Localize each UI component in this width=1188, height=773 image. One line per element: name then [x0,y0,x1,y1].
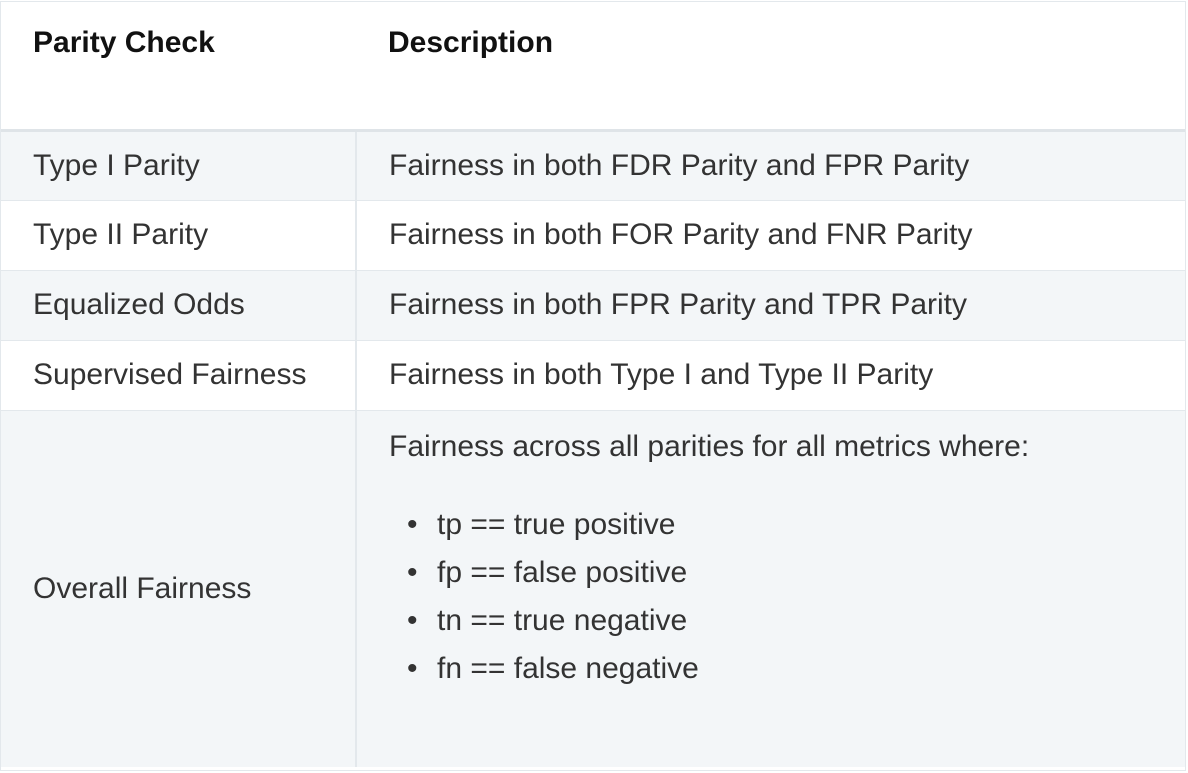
table-row: Equalized Odds Fairness in both FPR Pari… [1,269,1185,340]
list-item-text: tn == true negative [437,603,688,637]
list-item-text: fp == false positive [437,555,688,589]
table-body: Type I Parity Fairness in both FDR Parit… [1,129,1185,767]
description-cell: Fairness in both FPR Parity and TPR Pari… [356,269,1185,340]
metric-legend-list: • tp == true positive • fp == false positi… [389,501,1184,693]
header-description: Description [356,2,1185,132]
list-item: • fp == false positive [407,549,1184,597]
parity-table-grid: Parity Check Description Type I Parity F… [1,2,1185,767]
overall-intro-text: Fairness across all parities for all met… [389,429,1030,463]
table-row: Supervised Fairness Fairness in both Typ… [1,339,1185,410]
table-row-overall: Overall Fairness Fairness across all par… [1,409,1185,767]
parity-check-cell: Type II Parity [1,199,357,270]
description-cell: Fairness across all parities for all met… [356,409,1185,767]
parity-table: Parity Check Description Type I Parity F… [0,1,1186,771]
description-cell: Fairness in both Type I and Type II Pari… [356,339,1185,410]
parity-check-cell: Supervised Fairness [1,339,357,410]
list-item: • tn == true negative [407,597,1184,645]
list-item: • fn == false negative [407,645,1184,693]
table-header: Parity Check Description [1,2,1185,132]
bullet-icon: • [407,507,418,541]
bullet-icon: • [407,651,418,685]
description-cell: Fairness in both FOR Parity and FNR Pari… [356,199,1185,270]
bullet-icon: • [407,555,418,589]
header-parity-check: Parity Check [1,2,356,132]
table-row: Type I Parity Fairness in both FDR Parit… [1,129,1185,200]
list-item-text: tp == true positive [437,507,676,541]
description-cell: Fairness in both FDR Parity and FPR Pari… [356,129,1185,200]
header-row: Parity Check Description [1,2,1185,132]
bullet-icon: • [407,603,418,637]
table-row: Type II Parity Fairness in both FOR Pari… [1,199,1185,270]
parity-check-cell: Overall Fairness [1,409,357,767]
list-item: • tp == true positive [407,501,1184,549]
list-item-text: fn == false negative [437,651,699,685]
parity-check-cell: Equalized Odds [1,269,357,340]
parity-check-cell: Type I Parity [1,129,357,200]
